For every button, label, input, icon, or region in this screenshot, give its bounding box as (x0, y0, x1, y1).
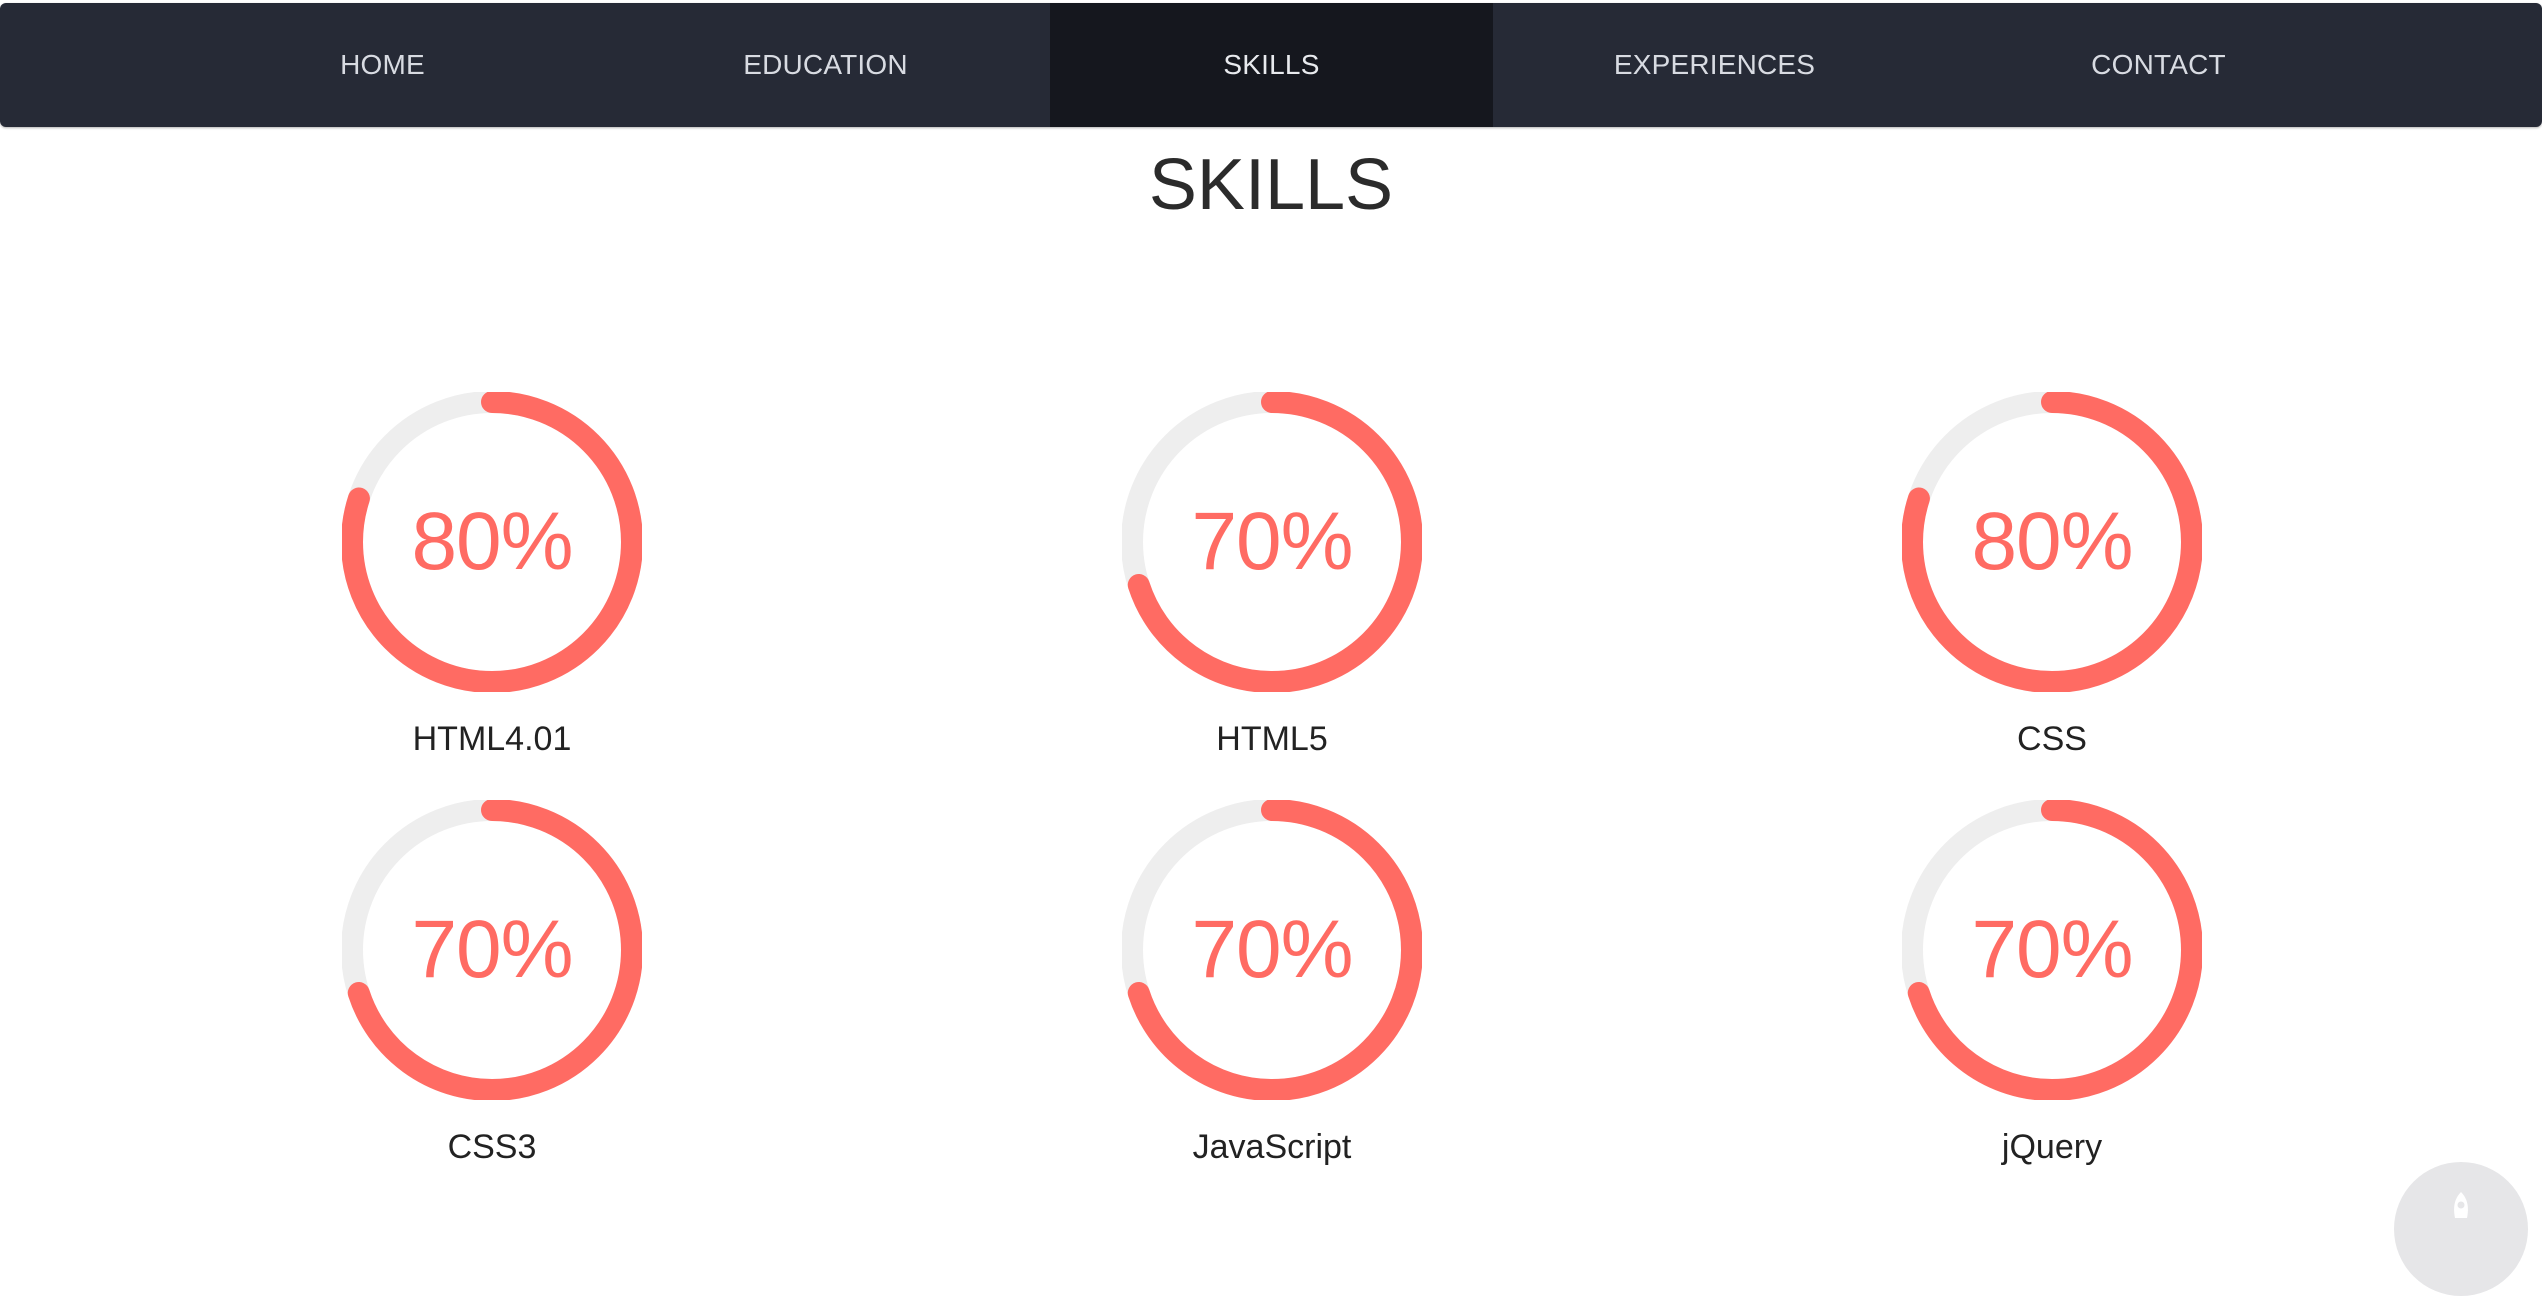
skill-percent: 80% (1971, 496, 2133, 587)
skill-name: jQuery (2001, 1128, 2103, 1166)
main-nav: HOME EDUCATION SKILLS EXPERIENCES CONTAC… (0, 3, 2542, 127)
nav-item-home[interactable]: HOME (161, 3, 604, 127)
skill-percent: 70% (411, 904, 573, 995)
skill-name: JavaScript (1192, 1128, 1352, 1166)
scroll-to-top-button[interactable] (2394, 1162, 2528, 1296)
skill-name: HTML5 (1216, 720, 1328, 758)
skill-percent: 70% (1191, 904, 1353, 995)
skill-name: HTML4.01 (412, 720, 572, 758)
rocket-icon (2454, 1192, 2468, 1218)
skill-card: 70% CSS3 (312, 800, 672, 1190)
skill-name: CSS (2017, 720, 2087, 758)
skill-percent: 70% (1191, 496, 1353, 587)
skill-card: 80% HTML4.01 (312, 392, 672, 782)
skill-name: CSS3 (447, 1128, 537, 1166)
skill-card: 70% jQuery (1872, 800, 2232, 1190)
nav-item-experiences[interactable]: EXPERIENCES (1493, 3, 1936, 127)
skill-percent: 80% (411, 496, 573, 587)
skill-card: 80% CSS (1872, 392, 2232, 782)
nav-item-contact[interactable]: CONTACT (1937, 3, 2380, 127)
skill-card: 70% HTML5 (1092, 392, 1452, 782)
nav-item-skills[interactable]: SKILLS (1050, 3, 1493, 127)
page-title: SKILLS (1148, 145, 1394, 225)
nav-item-education[interactable]: EDUCATION (604, 3, 1047, 127)
skill-card: 70% JavaScript (1092, 800, 1452, 1190)
skill-percent: 70% (1971, 904, 2133, 995)
